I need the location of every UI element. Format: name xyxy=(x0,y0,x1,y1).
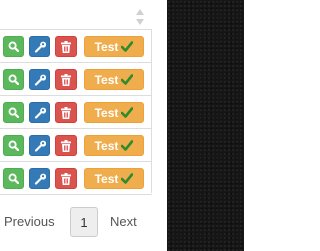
edit-button[interactable] xyxy=(29,36,50,57)
edit-button[interactable] xyxy=(29,168,50,189)
test-button[interactable]: Test xyxy=(84,69,144,90)
trash-icon xyxy=(61,172,71,185)
next-link[interactable]: Next xyxy=(110,214,137,229)
delete-button[interactable] xyxy=(55,69,77,90)
sort-icon[interactable] xyxy=(135,8,145,26)
row-divider xyxy=(0,194,152,195)
view-button[interactable] xyxy=(3,36,24,57)
view-button[interactable] xyxy=(3,69,24,90)
search-icon xyxy=(8,173,19,184)
view-button[interactable] xyxy=(3,168,24,189)
delete-button[interactable] xyxy=(55,36,77,57)
table-row: Test xyxy=(0,162,152,195)
edit-button[interactable] xyxy=(29,102,50,123)
test-button-label: Test xyxy=(94,72,119,87)
dark-background-panel xyxy=(167,0,244,251)
table-row: Test xyxy=(0,129,152,162)
test-button-label: Test xyxy=(94,171,119,186)
test-button[interactable]: Test xyxy=(84,135,144,156)
check-icon xyxy=(121,41,134,52)
check-icon xyxy=(121,173,134,184)
search-icon xyxy=(8,74,19,85)
table-row: Test xyxy=(0,30,152,63)
trash-icon xyxy=(61,139,71,152)
test-button[interactable]: Test xyxy=(84,102,144,123)
edit-button[interactable] xyxy=(29,69,50,90)
wrench-icon xyxy=(34,140,46,152)
wrench-icon xyxy=(34,107,46,119)
test-button-label: Test xyxy=(94,39,119,54)
delete-button[interactable] xyxy=(55,168,77,189)
trash-icon xyxy=(61,40,71,53)
table-row: Test xyxy=(0,63,152,96)
test-button-label: Test xyxy=(94,138,119,153)
test-button[interactable]: Test xyxy=(84,168,144,189)
delete-button[interactable] xyxy=(55,135,77,156)
trash-icon xyxy=(61,73,71,86)
trash-icon xyxy=(61,106,71,119)
search-icon xyxy=(8,107,19,118)
view-button[interactable] xyxy=(3,135,24,156)
wrench-icon xyxy=(34,173,46,185)
pagination: Previous 1 Next xyxy=(0,205,152,239)
check-icon xyxy=(121,107,134,118)
wrench-icon xyxy=(34,74,46,86)
test-button-label: Test xyxy=(94,105,119,120)
page-button-current[interactable]: 1 xyxy=(70,207,98,237)
check-icon xyxy=(121,140,134,151)
edit-button[interactable] xyxy=(29,135,50,156)
table-row: Test xyxy=(0,96,152,129)
delete-button[interactable] xyxy=(55,102,77,123)
view-button[interactable] xyxy=(3,102,24,123)
search-icon xyxy=(8,41,19,52)
test-button[interactable]: Test xyxy=(84,36,144,57)
search-icon xyxy=(8,140,19,151)
previous-link[interactable]: Previous xyxy=(4,214,55,229)
wrench-icon xyxy=(34,41,46,53)
check-icon xyxy=(121,74,134,85)
